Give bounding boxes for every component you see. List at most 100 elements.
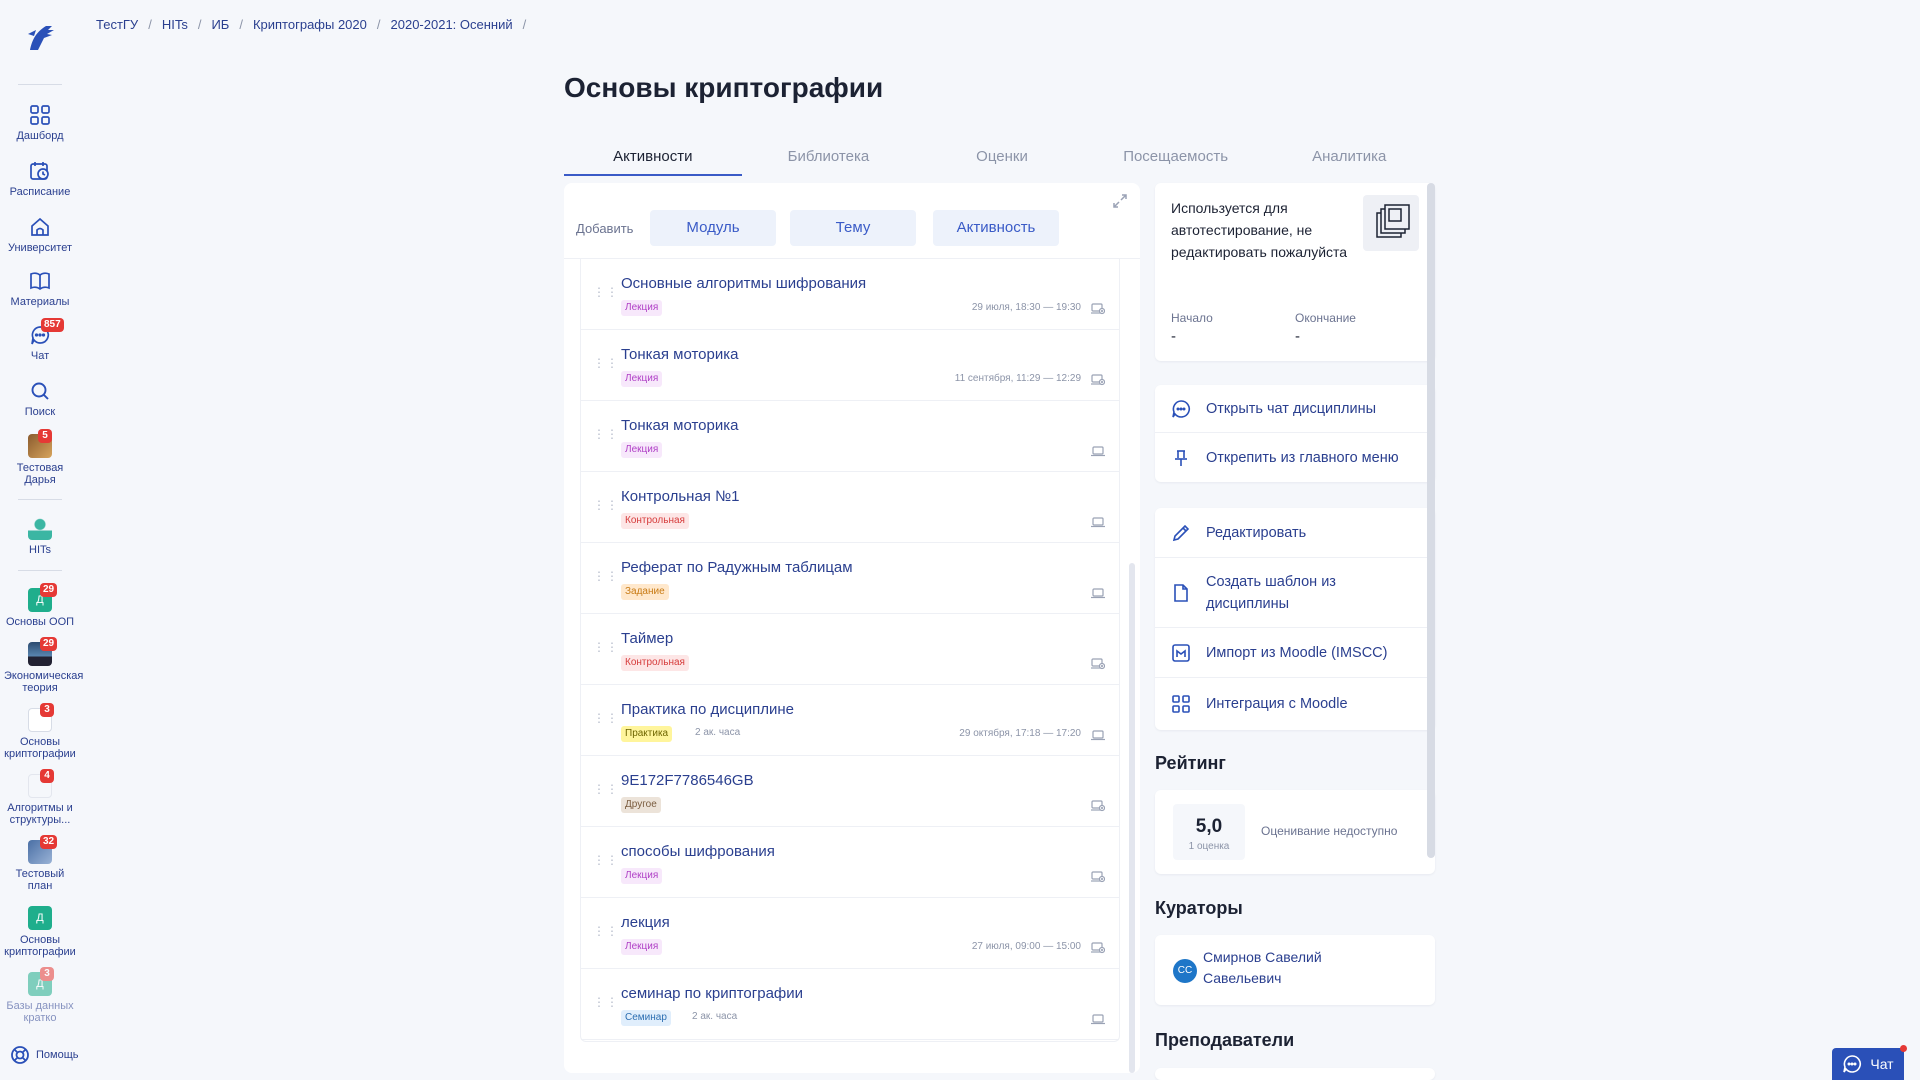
sidebar-item-dashboard[interactable]: Дашборд (0, 104, 80, 142)
activity-list: ⋮⋮ Основные алгоритмы шифрования Лекция 29 … (580, 259, 1120, 1042)
breadcrumb-link[interactable]: Криптографы 2020 (253, 17, 367, 32)
activity-row[interactable]: ⋮⋮ Основные алгоритмы шифрования Лекция 29 … (581, 259, 1119, 330)
drag-handle-icon[interactable]: ⋮⋮ (593, 641, 618, 658)
drag-handle-icon[interactable]: ⋮⋮ (593, 925, 618, 942)
help-button[interactable]: Помощь (10, 1045, 79, 1065)
drag-handle-icon[interactable]: ⋮⋮ (593, 712, 618, 729)
breadcrumb-link[interactable]: ТестГУ (96, 17, 138, 32)
tab-attendance[interactable]: Посещаемость (1089, 146, 1263, 176)
expand-icon[interactable] (1112, 193, 1128, 209)
create-template-action[interactable]: Создать шаблон из дисциплины (1155, 558, 1435, 628)
sidebar-item-university[interactable]: Университет (0, 216, 80, 254)
chat-fab-button[interactable]: Чат (1832, 1048, 1904, 1080)
sidebar-item-course-economics[interactable]: 29 Экономическая теория (0, 637, 83, 694)
breadcrumb-link[interactable]: 2020-2021: Осенний (391, 17, 513, 32)
activity-title[interactable]: способы шифрования (621, 843, 775, 860)
activity-row[interactable]: ⋮⋮ лекция Лекция 27 июля, 09:00 — 15:00 (581, 898, 1119, 969)
scrollbar[interactable] (1129, 563, 1135, 1073)
online-icon (1091, 870, 1106, 883)
right-scrollbar[interactable] (1427, 183, 1435, 858)
tab-analytics[interactable]: Аналитика (1262, 146, 1436, 176)
import-moodle-action[interactable]: Импорт из Moodle (IMSCC) (1155, 628, 1435, 678)
activity-row[interactable]: ⋮⋮ способы шифрования Лекция (581, 827, 1119, 898)
activity-title[interactable]: Таймер (621, 630, 673, 647)
rating-box: 5,0 1 оценка (1173, 804, 1245, 860)
teachers-card (1155, 1068, 1435, 1080)
drag-handle-icon[interactable]: ⋮⋮ (593, 357, 618, 374)
activity-title[interactable]: Контрольная №1 (621, 488, 740, 505)
sidebar-item-label: Основы криптографии (4, 934, 76, 958)
drag-handle-icon[interactable]: ⋮⋮ (593, 996, 618, 1013)
notification-badge: 4 (40, 769, 54, 783)
sidebar-item-course-oop[interactable]: Д 29 Основы ООП (0, 583, 80, 628)
chat-fab-label: Чат (1870, 1056, 1894, 1072)
breadcrumb-link[interactable]: ИБ (211, 17, 229, 32)
drag-handle-icon[interactable]: ⋮⋮ (593, 286, 618, 303)
activity-row[interactable]: ⋮⋮ Реферат по Радужным таблицам Задание (581, 543, 1119, 614)
curator-name[interactable]: Смирнов Савелий Савельевич (1203, 947, 1383, 989)
action-label: Импорт из Moodle (IMSCC) (1206, 644, 1388, 661)
sidebar-item-materials[interactable]: Материалы (0, 270, 80, 308)
activity-title[interactable]: 9E172F7786546GB (621, 772, 754, 789)
activity-row[interactable]: ⋮⋮ Контрольная №1 Контрольная (581, 472, 1119, 543)
rating-heading: Рейтинг (1155, 753, 1226, 773)
activity-hours: 2 ак. часа (695, 727, 741, 738)
unpin-action[interactable]: Открепить из главного меню (1155, 434, 1435, 482)
pin-icon (1175, 450, 1187, 466)
sidebar-item-course-algorithms[interactable]: 4 Алгоритмы и структуры... (0, 769, 80, 826)
sidebar-item-course-crypto[interactable]: 3 Основы криптографии (0, 703, 80, 760)
laptop-icon (1091, 586, 1105, 599)
sidebar-item-search[interactable]: Поиск (0, 380, 80, 418)
moodle-integration-action[interactable]: Интеграция с Moodle (1155, 678, 1435, 730)
activity-row[interactable]: ⋮⋮ Таймер Контрольная (581, 614, 1119, 685)
activity-title[interactable]: Практика по дисциплине (621, 701, 794, 718)
add-topic-button[interactable]: Тему (790, 210, 916, 246)
avatar: СС (1173, 959, 1197, 983)
rating-count: 1 оценка (1188, 841, 1230, 852)
curator-card[interactable]: СС Смирнов Савелий Савельевич (1155, 935, 1435, 1005)
activity-title[interactable]: Основные алгоритмы шифрования (621, 275, 866, 292)
laptop-icon (1091, 444, 1105, 457)
sidebar-item-label: Расписание (9, 186, 71, 198)
sidebar-item-label: Дашборд (16, 130, 64, 142)
sidebar-item-course-crypto-2[interactable]: Д Основы криптографии (0, 906, 80, 958)
open-chat-action[interactable]: Открыть чат дисциплины (1155, 385, 1435, 433)
activity-title[interactable]: Реферат по Радужным таблицам (621, 559, 853, 576)
drag-handle-icon[interactable]: ⋮⋮ (593, 570, 618, 587)
sidebar-item-course-test-plan[interactable]: 32 Тестовый план (0, 835, 80, 892)
action-label: Интеграция с Moodle (1206, 696, 1348, 712)
tab-grades[interactable]: Оценки (915, 146, 1089, 176)
activity-row[interactable]: ⋮⋮ 9E172F7786546GB Другое (581, 756, 1119, 827)
sidebar-item-chat[interactable]: 857 Чат (0, 318, 80, 362)
tab-library[interactable]: Библиотека (742, 146, 916, 176)
tab-activities[interactable]: Активности (564, 146, 742, 176)
notification-badge: 29 (40, 637, 58, 651)
activity-title[interactable]: Тонкая моторика (621, 417, 738, 434)
app-logo[interactable] (22, 20, 58, 56)
end-value: - (1295, 328, 1300, 345)
activity-title[interactable]: лекция (621, 914, 670, 931)
sidebar-item-course-databases[interactable]: Д 3 Базы данных кратко (0, 967, 80, 1024)
sidebar-item-schedule[interactable]: Расписание (0, 160, 80, 198)
rating-status: Оценивание недоступно (1261, 824, 1398, 838)
drag-handle-icon[interactable]: ⋮⋮ (593, 783, 618, 800)
online-icon (1091, 941, 1106, 954)
add-module-button[interactable]: Модуль (650, 210, 776, 246)
activity-title[interactable]: семинар по криптографии (621, 985, 803, 1002)
sidebar-item-label: HITs (29, 544, 51, 556)
breadcrumb-link[interactable]: HITs (162, 17, 188, 32)
drag-handle-icon[interactable]: ⋮⋮ (593, 854, 618, 871)
activity-row[interactable]: ⋮⋮ семинар по криптографии Семинар 2 ак. ча… (581, 969, 1119, 1040)
activity-title[interactable]: Тонкая моторика (621, 346, 738, 363)
activity-row[interactable]: ⋮⋮ Тонкая моторика Лекция (581, 401, 1119, 472)
edit-action[interactable]: Редактировать (1155, 508, 1435, 558)
sidebar-item-testovaya-darya[interactable]: 5 Тестовая Дарья (0, 429, 80, 486)
sidebar-item-label: Базы данных кратко (6, 1000, 74, 1024)
sidebar-item-hits[interactable]: HITs (0, 516, 80, 556)
add-activity-button[interactable]: Активность (933, 210, 1059, 246)
activity-row[interactable]: ⋮⋮ Тонкая моторика Лекция 11 сентября, 11:2… (581, 330, 1119, 401)
drag-handle-icon[interactable]: ⋮⋮ (593, 499, 618, 516)
activity-row[interactable]: ⋮⋮ Практика по дисциплине Практика 2 ак. ча… (581, 685, 1119, 756)
drag-handle-icon[interactable]: ⋮⋮ (593, 428, 618, 445)
online-icon (1091, 657, 1106, 670)
